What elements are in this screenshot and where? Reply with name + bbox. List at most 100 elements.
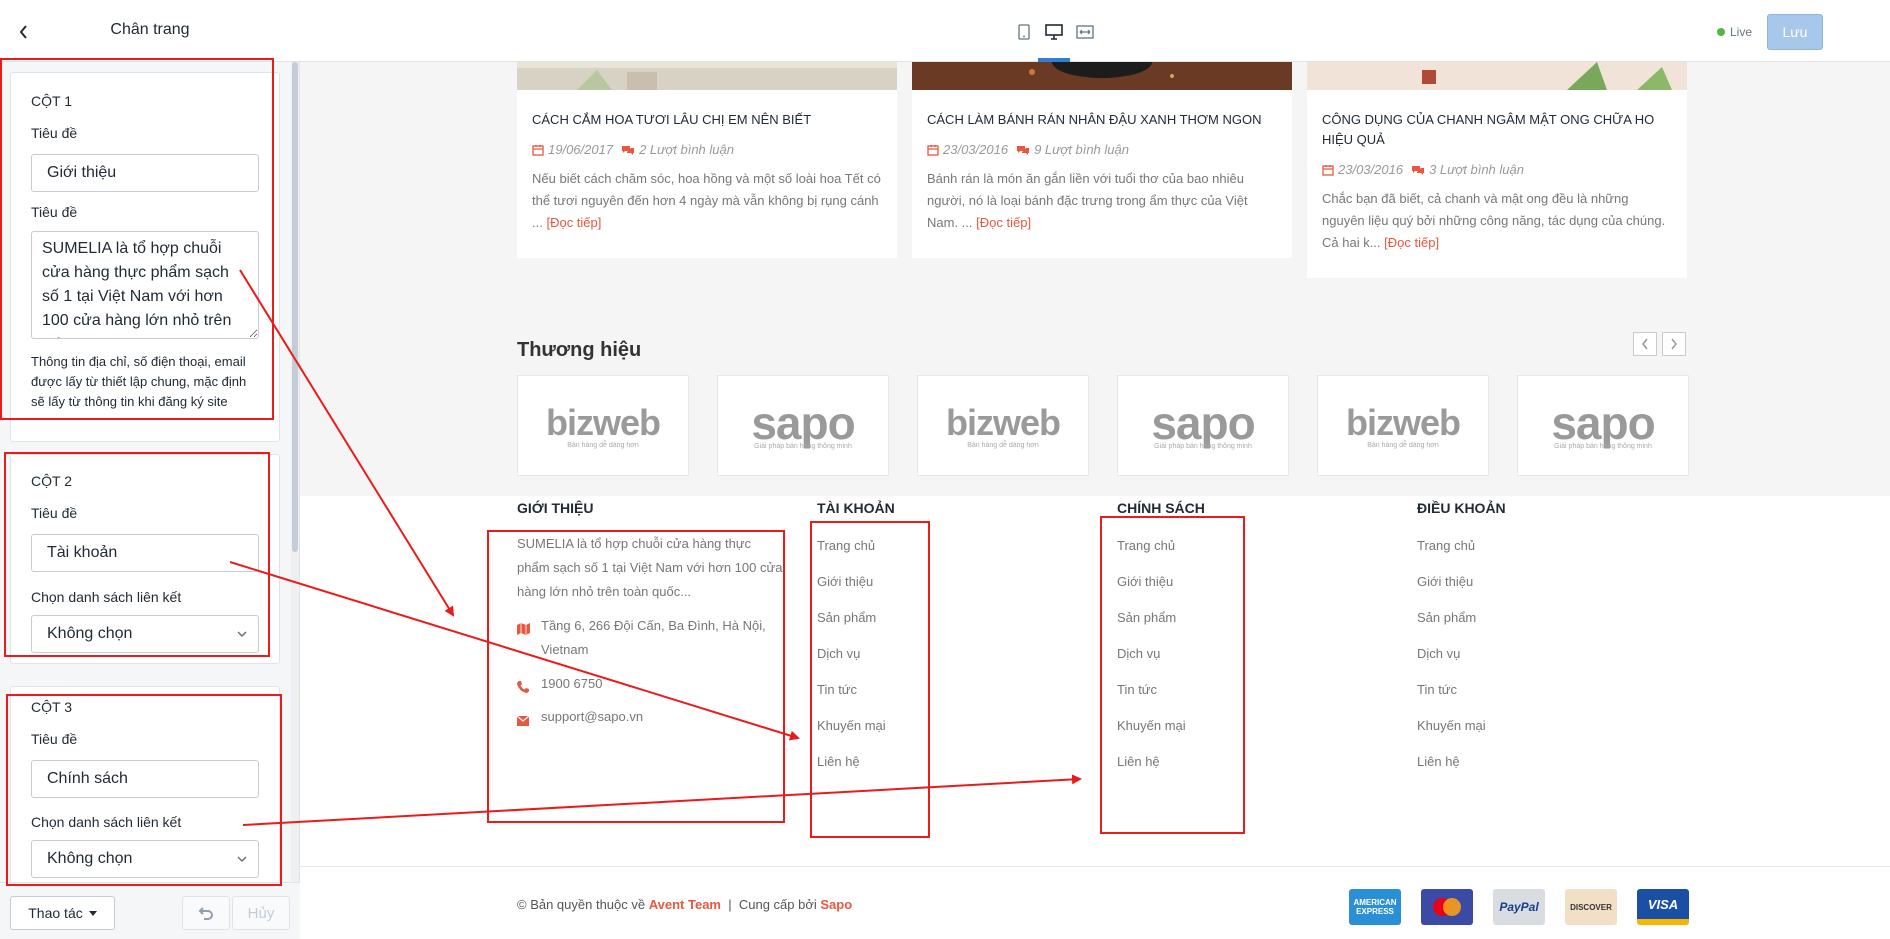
footer-about-column: GIỚI THIỆU SUMELIA là tổ hợp chuỗi cửa h…	[516, 493, 787, 734]
blog-card[interactable]: CÁCH LÀM BÁNH RÁN NHÂN ĐẬU XANH THƠM NGO…	[912, 62, 1292, 258]
sidebar-scrollbar[interactable]	[291, 62, 299, 882]
brand-logo-tagline: Giải pháp bán hàng thông minh	[1154, 443, 1252, 450]
blog-title[interactable]: CÁCH CẮM HOA TƯƠI LÂU CHỊ EM NÊN BIẾT	[532, 110, 882, 130]
brand-logo[interactable]: bizweb Bán hàng dễ dàng hơn	[517, 375, 689, 476]
footer-link[interactable]: Trang chủ	[1417, 538, 1506, 554]
brand-logo-tagline: Bán hàng dễ dàng hơn	[1367, 442, 1439, 449]
blog-card[interactable]: CÁCH CẮM HOA TƯƠI LÂU CHỊ EM NÊN BIẾT 19…	[517, 62, 897, 258]
editor-sidebar: Chân trang CỘT 1 Tiêu đề Tiêu đề SUMELIA…	[0, 0, 300, 939]
brand-logo-name: bizweb	[545, 402, 661, 443]
fullwidth-view-button[interactable]	[1073, 20, 1097, 44]
brand-logo[interactable]: sapo Giải pháp bán hàng thông minh	[717, 375, 889, 476]
footer-link[interactable]: Dịch vụ	[1117, 646, 1205, 662]
blog-excerpt-text: Chắc bạn đã biết, cả chanh và mật ong đề…	[1322, 191, 1666, 250]
footer-link[interactable]: Dịch vụ	[1417, 646, 1506, 662]
column-2-title-label: Tiêu đề	[31, 505, 78, 521]
blog-title[interactable]: CÔNG DỤNG CỦA CHANH NGÂM MẬT ONG CHỮA HO…	[1322, 110, 1672, 150]
mastercard-circles-icon	[1433, 898, 1461, 916]
brands-prev-button[interactable]	[1633, 332, 1657, 356]
footer-address: Tầng 6, 266 Đội Cấn, Ba Đình, Hà Nội, Vi…	[517, 614, 787, 662]
read-more-link[interactable]: [Đọc tiếp]	[976, 215, 1031, 230]
footer-address-text: Tầng 6, 266 Đội Cấn, Ba Đình, Hà Nội, Vi…	[541, 618, 766, 657]
sidebar-scrollbar-thumb[interactable]	[292, 62, 298, 552]
footer-link[interactable]: Giới thiệu	[1417, 574, 1506, 590]
blog-card[interactable]: CÔNG DỤNG CỦA CHANH NGÂM MẬT ONG CHỮA HO…	[1307, 62, 1687, 278]
footer-phone-text: 1900 6750	[541, 676, 603, 691]
footer-link[interactable]: Sản phẩm	[1417, 610, 1506, 626]
calendar-icon	[927, 144, 939, 156]
column-3-heading: CỘT 3	[31, 699, 72, 715]
blog-date: 19/06/2017	[548, 142, 614, 157]
live-dot-icon	[1717, 28, 1725, 36]
footer-link[interactable]: Khuyến mại	[1417, 718, 1506, 734]
column-1-title-label: Tiêu đề	[31, 125, 78, 141]
blog-title[interactable]: CÁCH LÀM BÁNH RÁN NHÂN ĐẬU XANH THƠM NGO…	[927, 110, 1277, 130]
blog-meta: 23/03/2016 9 Lượt bình luận	[927, 142, 1129, 157]
footer-link[interactable]: Khuyến mại	[1117, 718, 1205, 734]
footer-link[interactable]: Dịch vụ	[817, 646, 895, 662]
footer-link[interactable]: Liên hệ	[1417, 754, 1506, 770]
column-3-title-input[interactable]	[31, 760, 259, 798]
blog-date: 23/03/2016	[943, 142, 1009, 157]
column-1-heading: CỘT 1	[31, 93, 72, 109]
footer-link[interactable]: Trang chủ	[817, 538, 895, 554]
copyright-provider-prefix: Cung cấp bởi	[738, 897, 817, 912]
save-button[interactable]: Lưu	[1767, 14, 1823, 50]
undo-button[interactable]	[182, 896, 230, 930]
actions-label: Thao tác	[28, 905, 83, 921]
mobile-icon	[1018, 24, 1030, 40]
brand-logo[interactable]: bizweb Bán hàng dễ dàng hơn	[917, 375, 1089, 476]
brand-logo[interactable]: sapo Giải pháp bán hàng thông minh	[1517, 375, 1689, 476]
mastercard-icon: mastercard	[1421, 889, 1473, 925]
column-3-link-select[interactable]: Không chọn	[31, 840, 259, 878]
copyright-provider-link[interactable]: Sapo	[820, 897, 852, 912]
cancel-button[interactable]: Hủy	[232, 896, 290, 930]
footer-link[interactable]: Liên hệ	[817, 754, 895, 770]
brand-logo[interactable]: bizweb Bán hàng dễ dàng hơn	[1317, 375, 1489, 476]
fullwidth-icon	[1076, 25, 1094, 39]
comment-icon	[622, 145, 635, 155]
brand-logo-name: bizweb	[945, 402, 1061, 443]
column-3-link-label: Chọn danh sách liên kết	[31, 814, 182, 830]
desktop-view-button[interactable]	[1042, 20, 1066, 44]
discover-icon: DISCOVER	[1565, 889, 1617, 925]
footer-link[interactable]: Tin tức	[1417, 682, 1506, 698]
footer-link[interactable]: Tin tức	[1117, 682, 1205, 698]
footer-link[interactable]: Tin tức	[817, 682, 895, 698]
column-1-content-label: Tiêu đề	[31, 204, 78, 220]
phone-icon	[517, 681, 529, 693]
column-1-help-text: Thông tin địa chỉ, số điện thoại, email …	[31, 354, 247, 409]
copyright-owner-link[interactable]: Avent Team	[649, 897, 721, 912]
actions-dropdown-button[interactable]: Thao tác	[10, 896, 115, 930]
blog-comments: 9 Lượt bình luận	[1034, 142, 1129, 157]
footer-link[interactable]: Sản phẩm	[1117, 610, 1205, 626]
footer-column-heading: ĐIỀU KHOẢN	[1417, 500, 1506, 516]
column-1-content-textarea[interactable]: SUMELIA là tổ hợp chuỗi cửa hàng thực ph…	[31, 231, 259, 339]
footer-about-heading: GIỚI THIỆU	[517, 500, 594, 516]
column-1-title-input[interactable]	[31, 154, 259, 192]
footer-link[interactable]: Giới thiệu	[1117, 574, 1205, 590]
sidebar-settings-panel[interactable]: CỘT 1 Tiêu đề Tiêu đề SUMELIA là tổ hợp …	[0, 62, 290, 882]
column-1-card: CỘT 1 Tiêu đề Tiêu đề SUMELIA là tổ hợp …	[10, 72, 280, 442]
read-more-link[interactable]: [Đọc tiếp]	[1384, 235, 1439, 250]
copyright-prefix: © Bản quyền thuộc về	[517, 897, 646, 912]
brand-logo-name: sapo	[1551, 397, 1655, 449]
storefront-preview[interactable]: CÁCH CẮM HOA TƯƠI LÂU CHỊ EM NÊN BIẾT 19…	[300, 62, 1890, 939]
brand-logo-tagline: Bán hàng dễ dàng hơn	[967, 442, 1039, 449]
footer-link[interactable]: Khuyến mại	[817, 718, 895, 734]
column-2-link-label: Chọn danh sách liên kết	[31, 589, 182, 605]
footer-link[interactable]: Giới thiệu	[817, 574, 895, 590]
footer-link[interactable]: Liên hệ	[1117, 754, 1205, 770]
chevron-down-icon	[237, 631, 247, 638]
column-2-title-input[interactable]	[31, 534, 259, 572]
mobile-view-button[interactable]	[1012, 20, 1036, 44]
column-3-link-value: Không chọn	[47, 850, 133, 867]
read-more-link[interactable]: [Đọc tiếp]	[546, 215, 601, 230]
footer-link[interactable]: Sản phẩm	[817, 610, 895, 626]
brand-logo-tagline: Giải pháp bán hàng thông minh	[754, 443, 852, 450]
footer-link[interactable]: Trang chủ	[1117, 538, 1205, 554]
column-2-link-select[interactable]: Không chọn	[31, 615, 259, 653]
brands-next-button[interactable]	[1662, 332, 1686, 356]
brand-logo[interactable]: sapo Giải pháp bán hàng thông minh	[1117, 375, 1289, 476]
blog-comments: 3 Lượt bình luận	[1429, 162, 1524, 177]
